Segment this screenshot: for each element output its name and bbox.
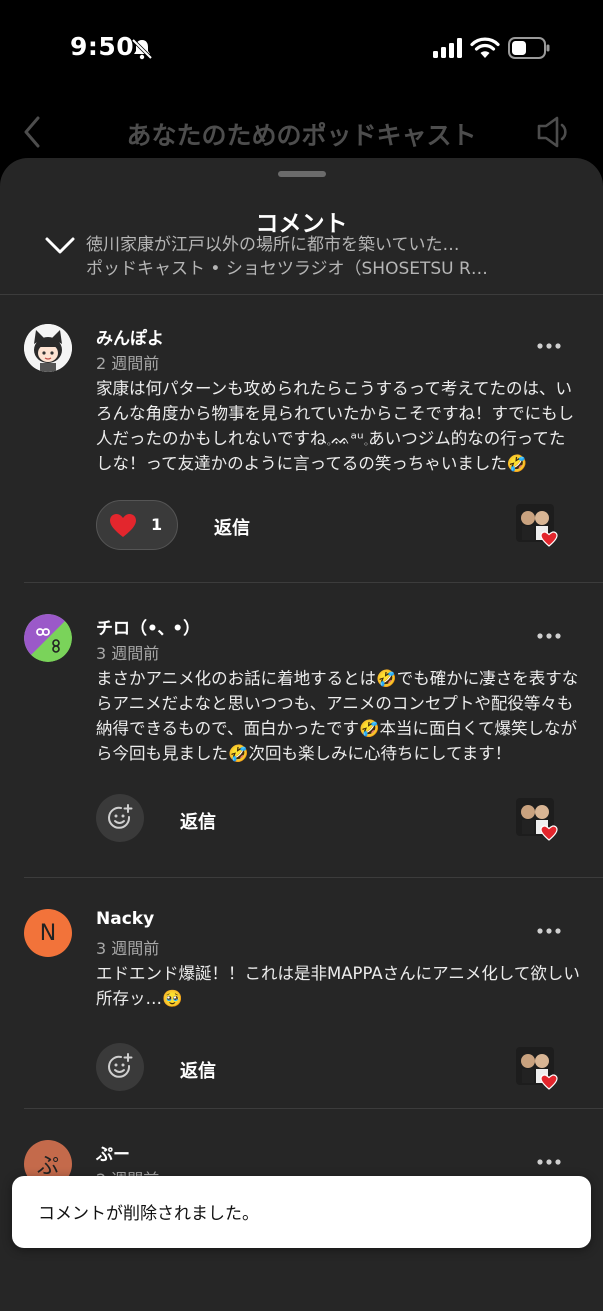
add-reaction-icon (108, 804, 133, 829)
avatar-letter: N (39, 920, 57, 946)
add-reaction-icon (108, 1053, 133, 1078)
reaction-count: 1 (151, 515, 163, 534)
divider (24, 877, 603, 878)
more-options-icon[interactable] (536, 632, 562, 640)
status-time: 9:50 (70, 32, 135, 61)
chevron-down-icon[interactable] (44, 234, 76, 256)
infinity-avatar-icon (24, 614, 72, 662)
episode-title: 徳川家康が江戸以外の場所に都市を築いていた… (86, 235, 460, 255)
add-reaction-button[interactable] (96, 794, 144, 842)
wifi-icon (470, 37, 500, 58)
reaction-button[interactable]: 1 (96, 500, 178, 550)
add-reaction-button[interactable] (96, 1043, 144, 1091)
more-options-icon[interactable] (536, 342, 562, 350)
comment-text: エドエンド爆誕！！これは是非MAPPAさんにアニメ化して欲しい所存ッ…🥹 (96, 964, 580, 1008)
comment-time: 3 週間前 (96, 939, 160, 958)
toast-text: コメントが削除されました。 (38, 1204, 259, 1224)
creator-liked-icon (516, 504, 558, 547)
comment-time: 2 週間前 (96, 354, 160, 373)
reply-button[interactable]: 返信 (180, 1057, 216, 1083)
battery-icon (508, 37, 550, 59)
more-options-icon[interactable] (536, 927, 562, 935)
comment-time: 3 週間前 (96, 644, 160, 663)
divider (0, 294, 603, 295)
comment-text: 家康は何パターンも攻められたらこうするって考えてたのは、いろんな角度から物事を見… (96, 379, 575, 473)
heart-icon (110, 514, 136, 537)
nav-bar: あなたのためのポッドキャスト (0, 100, 603, 164)
cat-girl-avatar-icon (24, 324, 72, 372)
reply-button[interactable]: 返信 (214, 514, 250, 540)
divider (24, 1108, 603, 1109)
screen: 9:50 あなたのためのポッドキャスト コメント 徳川家康が江戸以外の場所に都市… (0, 0, 603, 1311)
sheet-grabber[interactable] (278, 171, 326, 177)
creator-liked-icon (516, 1047, 558, 1090)
bell-slash-icon (131, 38, 153, 60)
comments-sheet: コメント 徳川家康が江戸以外の場所に都市を築いていた… ポッドキャスト • ショ… (0, 158, 603, 1311)
reply-button[interactable]: 返信 (180, 808, 216, 834)
more-options-icon[interactable] (536, 1158, 562, 1166)
comment-text: まさかアニメ化のお話に着地するとは🤣でも確かに凄さを表すならアニメだよなと思いつ… (96, 669, 579, 763)
comment-username[interactable]: ぷー (96, 1140, 130, 1165)
cellular-signal-icon (433, 38, 462, 58)
avatar[interactable]: N (24, 909, 72, 957)
creator-liked-icon (516, 798, 558, 841)
nav-title: あなたのためのポッドキャスト (126, 121, 477, 150)
comment-username[interactable]: みんぽよ (96, 324, 164, 349)
avatar[interactable] (24, 324, 72, 372)
comment-username[interactable]: Nacky (96, 909, 154, 929)
comment-username[interactable]: チロ（•､ •） (96, 614, 200, 639)
speaker-icon[interactable] (533, 114, 573, 150)
status-bar: 9:50 (0, 0, 603, 100)
divider (24, 582, 603, 583)
toast-notification: コメントが削除されました。 (12, 1176, 591, 1248)
episode-subtitle: ポッドキャスト • ショセツラジオ（SHOSETSU R… (86, 259, 488, 279)
avatar[interactable] (24, 614, 72, 662)
